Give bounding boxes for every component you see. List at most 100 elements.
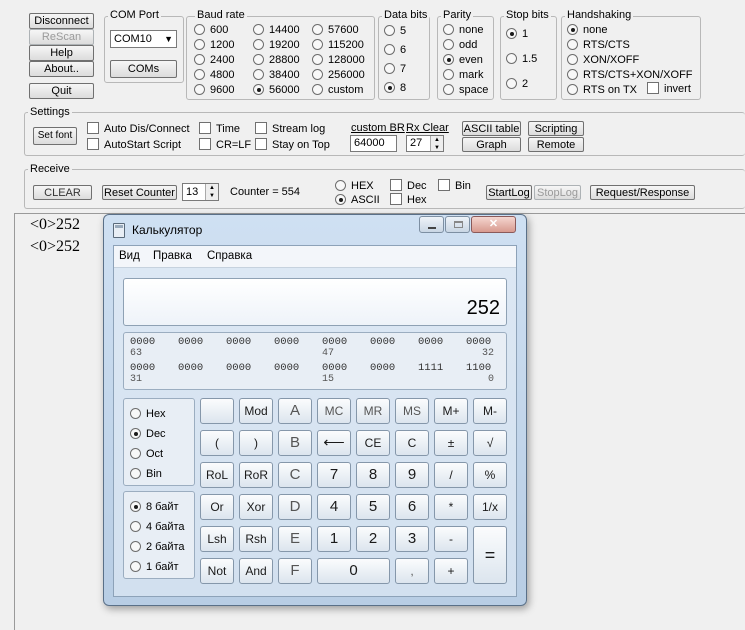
custom-br-input[interactable]: 64000 <box>350 135 397 152</box>
stream-log-checkbox[interactable]: Stream log <box>255 122 325 136</box>
rescan-button[interactable]: ReScan <box>29 29 94 45</box>
time-checkbox[interactable]: Time <box>199 122 240 136</box>
key-mplus[interactable]: M+ <box>434 398 468 424</box>
spin-up-icon[interactable]: ▲ <box>209 185 215 191</box>
cr-lf-checkbox[interactable]: CR=LF <box>199 138 251 152</box>
key-b[interactable]: B <box>278 430 312 456</box>
key-sqrt[interactable]: √ <box>473 430 507 456</box>
stop-log-button[interactable]: StopLog <box>534 185 581 200</box>
key-mc[interactable]: MC <box>317 398 351 424</box>
start-log-button[interactable]: StartLog <box>486 185 532 200</box>
key-div[interactable]: / <box>434 462 468 488</box>
menu-view[interactable]: Вид <box>119 250 140 262</box>
baud-radio-56000[interactable]: 56000 <box>253 83 300 97</box>
set-font-button[interactable]: Set font <box>33 127 77 145</box>
rx-clear-spinner[interactable]: 27 ▲ ▼ <box>406 135 444 152</box>
baud-radio-256000[interactable]: 256000 <box>312 68 365 82</box>
hex-radio[interactable]: HEX <box>335 179 374 193</box>
baud-radio-115200[interactable]: 115200 <box>312 38 364 52</box>
close-button[interactable]: ✕ <box>471 216 516 233</box>
com-port-select[interactable]: COM10 ▼ <box>110 30 177 48</box>
key-mminus[interactable]: M- <box>473 398 507 424</box>
key-seven[interactable]: 7 <box>317 462 351 488</box>
auto-dis-connect-checkbox[interactable]: Auto Dis/Connect <box>87 122 190 136</box>
handshaking-radio-0[interactable]: none <box>567 23 607 37</box>
baud-radio-57600[interactable]: 57600 <box>312 23 359 37</box>
key-or[interactable]: Or <box>200 494 234 520</box>
key-recip[interactable]: 1/x <box>473 494 507 520</box>
key-ror[interactable]: RoR <box>239 462 273 488</box>
about-button[interactable]: About.. <box>29 61 94 77</box>
stop-bits-radio-1[interactable]: 1.5 <box>506 52 537 66</box>
parity-radio-odd[interactable]: odd <box>443 38 477 52</box>
scripting-button[interactable]: Scripting <box>528 121 584 136</box>
key-rsh[interactable]: Rsh <box>239 526 273 552</box>
clear-button[interactable]: CLEAR <box>33 185 92 200</box>
base-radio-dec[interactable]: Dec <box>130 427 166 441</box>
menu-edit[interactable]: Правка <box>153 250 192 262</box>
data-bits-radio-7[interactable]: 7 <box>384 62 406 76</box>
baud-radio-1200[interactable]: 1200 <box>194 38 234 52</box>
key-zero[interactable]: 0 <box>317 558 390 584</box>
autostart-script-checkbox[interactable]: AutoStart Script <box>87 138 181 152</box>
key-back[interactable]: ⟵ <box>317 430 351 456</box>
data-bits-radio-5[interactable]: 5 <box>384 24 406 38</box>
minimize-button[interactable] <box>419 216 444 233</box>
key-two[interactable]: 2 <box>356 526 390 552</box>
word-size-radio-1[interactable]: 4 байта <box>130 520 185 534</box>
data-bits-radio-8[interactable]: 8 <box>384 81 406 95</box>
stop-bits-radio-2[interactable]: 2 <box>506 77 528 91</box>
key-three[interactable]: 3 <box>395 526 429 552</box>
key-and[interactable]: And <box>239 558 273 584</box>
key-rol[interactable]: RoL <box>200 462 234 488</box>
key-ce[interactable]: CE <box>356 430 390 456</box>
key-plusminus[interactable]: ± <box>434 430 468 456</box>
key-not[interactable]: Not <box>200 558 234 584</box>
key-c-hex[interactable]: C <box>278 462 312 488</box>
base-radio-hex[interactable]: Hex <box>130 407 166 421</box>
key-percent[interactable]: % <box>473 462 507 488</box>
key-eight[interactable]: 8 <box>356 462 390 488</box>
baud-radio-4800[interactable]: 4800 <box>194 68 234 82</box>
baud-radio-19200[interactable]: 19200 <box>253 38 300 52</box>
key-f[interactable]: F <box>278 558 312 584</box>
menu-help[interactable]: Справка <box>207 250 252 262</box>
disconnect-button[interactable]: Disconnect <box>29 13 94 29</box>
request-response-button[interactable]: Request/Response <box>590 185 695 200</box>
stay-on-top-checkbox[interactable]: Stay on Top <box>255 138 330 152</box>
spin-up-icon[interactable]: ▲ <box>434 137 440 143</box>
key-a[interactable]: A <box>278 398 312 424</box>
counter-spinner[interactable]: 13 ▲ ▼ <box>182 183 219 201</box>
hex-checkbox[interactable]: Hex <box>390 193 427 207</box>
graph-button[interactable]: Graph <box>462 137 521 152</box>
parity-radio-none[interactable]: none <box>443 23 483 37</box>
key-plus[interactable]: + <box>434 558 468 584</box>
quit-button[interactable]: Quit <box>29 83 94 99</box>
spin-down-icon[interactable]: ▼ <box>209 193 215 199</box>
key-lsh[interactable]: Lsh <box>200 526 234 552</box>
chevron-down-icon[interactable]: ▼ <box>164 31 173 47</box>
bin-checkbox[interactable]: Bin <box>438 179 471 193</box>
base-radio-oct[interactable]: Oct <box>130 447 163 461</box>
key-four[interactable]: 4 <box>317 494 351 520</box>
key-e[interactable]: E <box>278 526 312 552</box>
key-mul[interactable]: * <box>434 494 468 520</box>
spin-down-icon[interactable]: ▼ <box>434 145 440 151</box>
ascii-radio[interactable]: ASCII <box>335 193 380 207</box>
key-five[interactable]: 5 <box>356 494 390 520</box>
dec-checkbox[interactable]: Dec <box>390 179 427 193</box>
help-button[interactable]: Help <box>29 45 94 61</box>
key-comma[interactable]: , <box>395 558 429 584</box>
key-ms[interactable]: MS <box>395 398 429 424</box>
ascii-table-button[interactable]: ASCII table <box>462 121 521 136</box>
maximize-button[interactable] <box>445 216 470 233</box>
remote-button[interactable]: Remote <box>528 137 584 152</box>
reset-counter-button[interactable]: Reset Counter <box>102 185 177 200</box>
baud-radio-custom[interactable]: custom <box>312 83 363 97</box>
key-mr[interactable]: MR <box>356 398 390 424</box>
parity-radio-even[interactable]: even <box>443 53 483 67</box>
parity-radio-mark[interactable]: mark <box>443 68 483 82</box>
key-rparen[interactable]: ) <box>239 430 273 456</box>
key-xor[interactable]: Xor <box>239 494 273 520</box>
key-minus[interactable]: - <box>434 526 468 552</box>
